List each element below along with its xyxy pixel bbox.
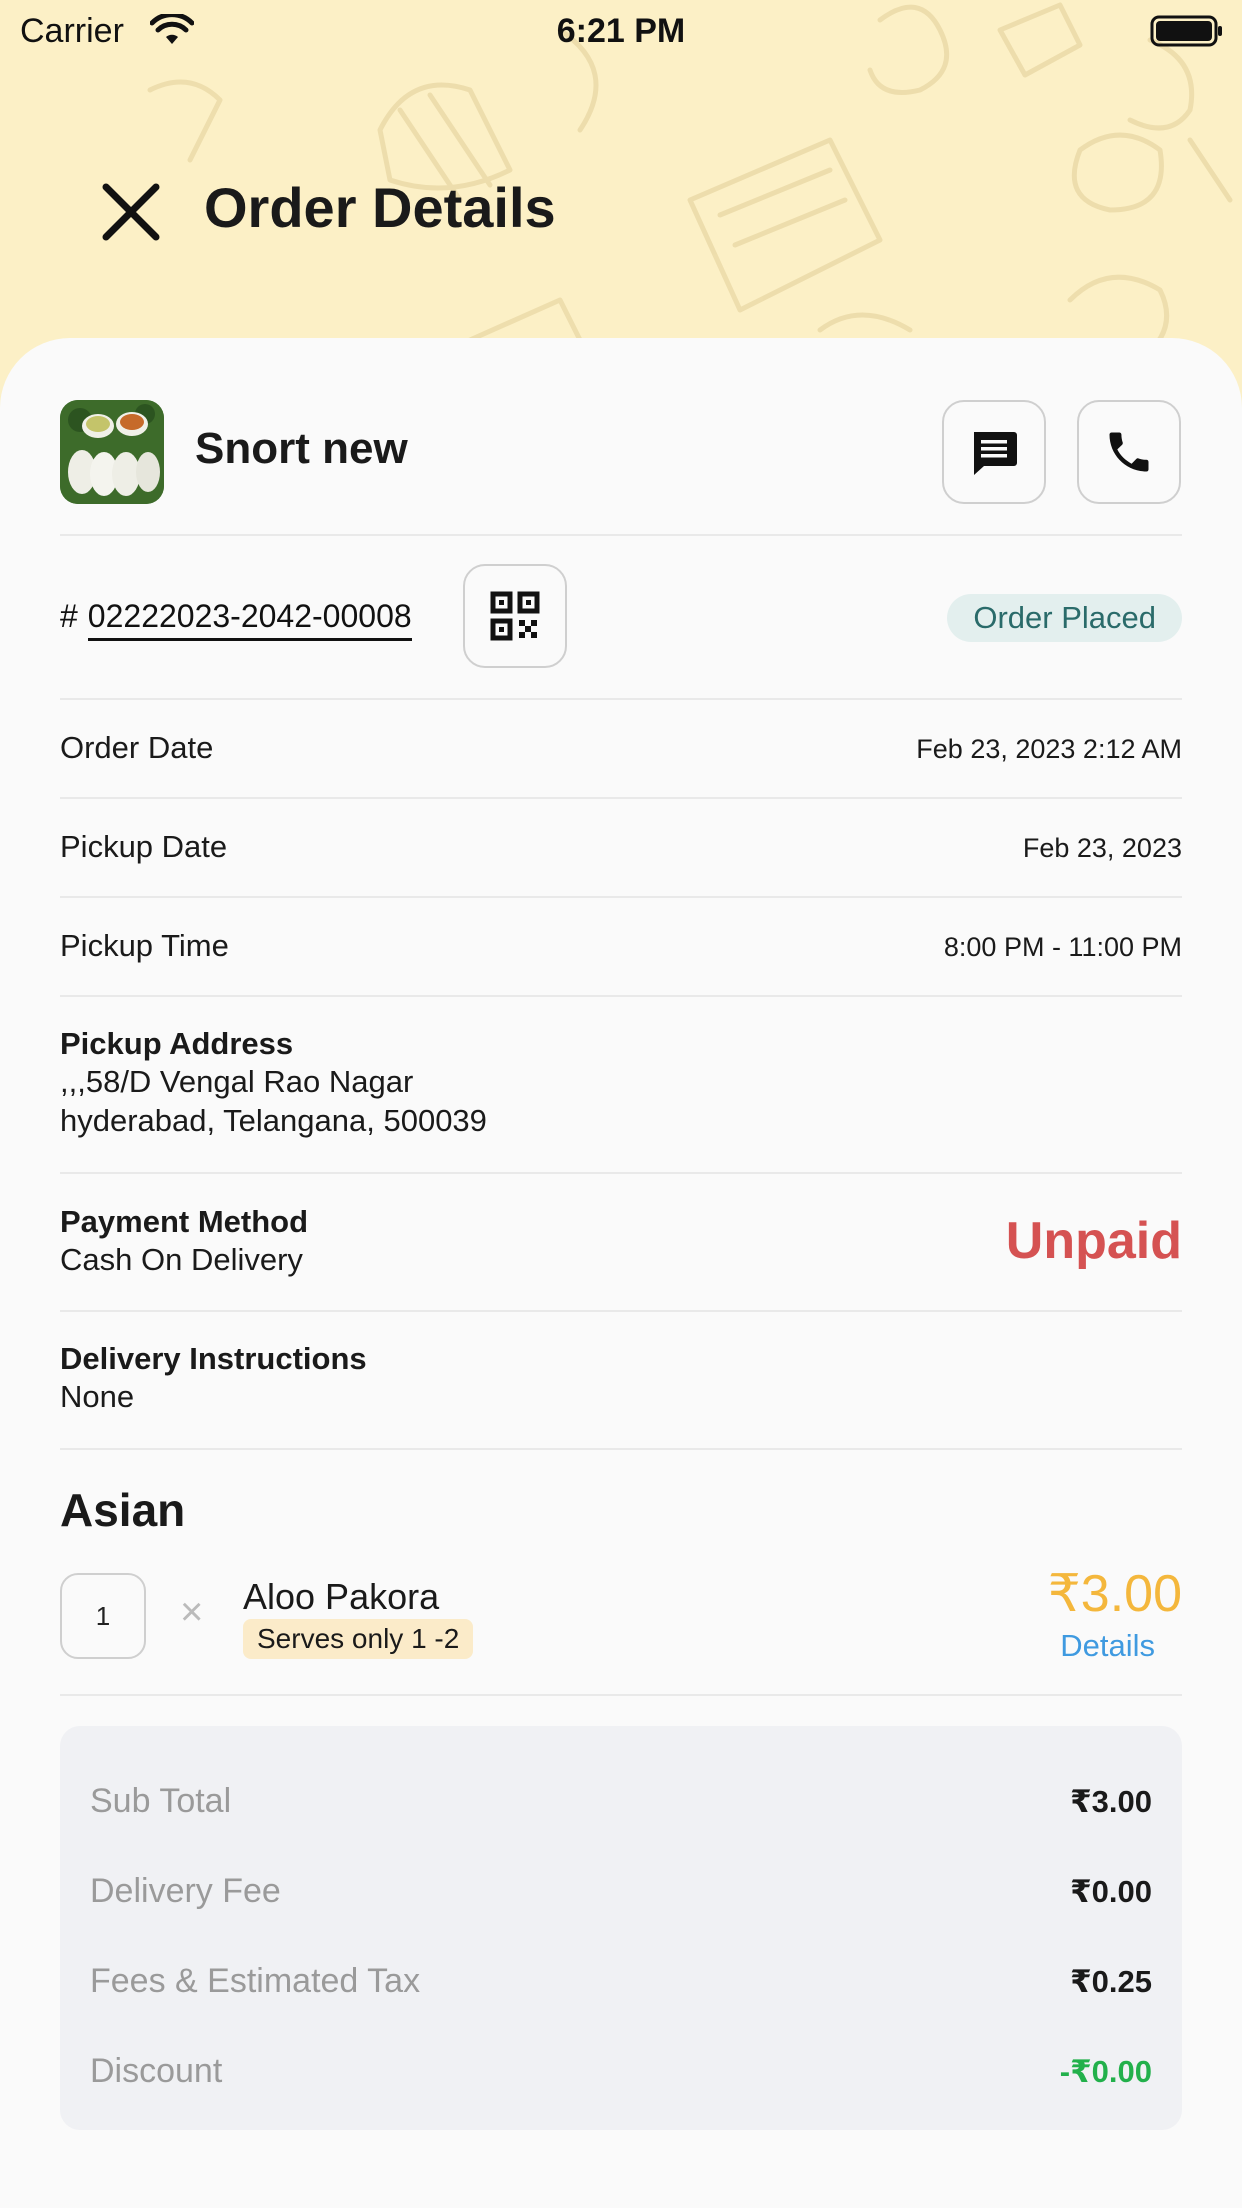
- divider: [60, 698, 1182, 700]
- item-details-link[interactable]: Details: [1060, 1628, 1155, 1664]
- multiply-icon: ×: [180, 1590, 204, 1634]
- qr-code-icon: [490, 591, 540, 641]
- payment-status: Unpaid: [1005, 1212, 1182, 1270]
- subtotal-label: Sub Total: [90, 1782, 232, 1820]
- category-title: Asian: [60, 1484, 186, 1536]
- chat-button[interactable]: [942, 400, 1046, 504]
- discount-value: -₹0.00: [1059, 2054, 1152, 2089]
- order-date-value: Feb 23, 2023 2:12 AM: [916, 734, 1182, 764]
- status-time: 6:21 PM: [556, 12, 686, 50]
- battery-icon: [1150, 15, 1224, 56]
- order-number-hash: #: [60, 598, 78, 634]
- delivery-fee-label: Delivery Fee: [90, 1872, 281, 1910]
- close-icon: [102, 183, 160, 241]
- store-image: [60, 400, 164, 504]
- item-name: Aloo Pakora: [243, 1576, 440, 1617]
- pickup-address-line2: hyderabad, Telangana, 500039: [60, 1103, 487, 1138]
- payment-method-title: Payment Method: [60, 1204, 309, 1239]
- qr-code-button[interactable]: [463, 564, 567, 668]
- item-quantity: 1: [60, 1573, 146, 1659]
- order-number[interactable]: #02222023-2042-00008: [60, 598, 412, 641]
- pickup-time-value: 8:00 PM - 11:00 PM: [943, 932, 1182, 962]
- payment-method-value: Cash On Delivery: [60, 1242, 303, 1277]
- divider: [60, 534, 1182, 536]
- divider: [60, 896, 1182, 898]
- order-summary: Sub Total ₹3.00 Delivery Fee ₹0.00 Fees …: [60, 1726, 1182, 2130]
- discount-label: Discount: [90, 2052, 223, 2090]
- item-price: ₹3.00: [1047, 1565, 1182, 1623]
- delivery-instructions-value: None: [60, 1379, 135, 1414]
- status-bar: Carrier 6:21 PM: [0, 0, 1242, 62]
- page-header: Order Details: [0, 165, 1242, 255]
- divider: [60, 1448, 1182, 1450]
- close-button[interactable]: [96, 177, 166, 247]
- call-button[interactable]: [1077, 400, 1181, 504]
- pickup-address-title: Pickup Address: [60, 1026, 294, 1061]
- delivery-instructions-title: Delivery Instructions: [60, 1341, 367, 1376]
- pickup-time-label: Pickup Time: [60, 928, 229, 963]
- delivery-fee-value: ₹0.00: [1070, 1874, 1152, 1909]
- divider: [60, 1310, 1182, 1312]
- phone-icon: [1109, 432, 1149, 472]
- subtotal-value: ₹3.00: [1070, 1784, 1152, 1819]
- order-date-label: Order Date: [60, 730, 214, 765]
- tax-value: ₹0.25: [1070, 1964, 1152, 1999]
- order-details-sheet: Snort new #02222023-2042-00008 Order Pla…: [0, 338, 1242, 2208]
- order-number-value[interactable]: 02222023-2042-00008: [87, 598, 412, 641]
- chat-icon: [974, 432, 1017, 475]
- order-status-badge: Order Placed: [947, 594, 1182, 642]
- divider: [60, 1694, 1182, 1696]
- divider: [60, 797, 1182, 799]
- pickup-address-line1: ,,,58/D Vengal Rao Nagar: [60, 1064, 414, 1099]
- divider: [60, 1172, 1182, 1174]
- pickup-date-label: Pickup Date: [60, 829, 228, 864]
- divider: [60, 995, 1182, 997]
- store-name: Snort new: [195, 424, 408, 473]
- item-serves-badge: Serves only 1 -2: [243, 1619, 474, 1659]
- tax-label: Fees & Estimated Tax: [90, 1962, 421, 2000]
- pickup-date-value: Feb 23, 2023: [1022, 833, 1182, 863]
- page-title: Order Details: [204, 176, 556, 239]
